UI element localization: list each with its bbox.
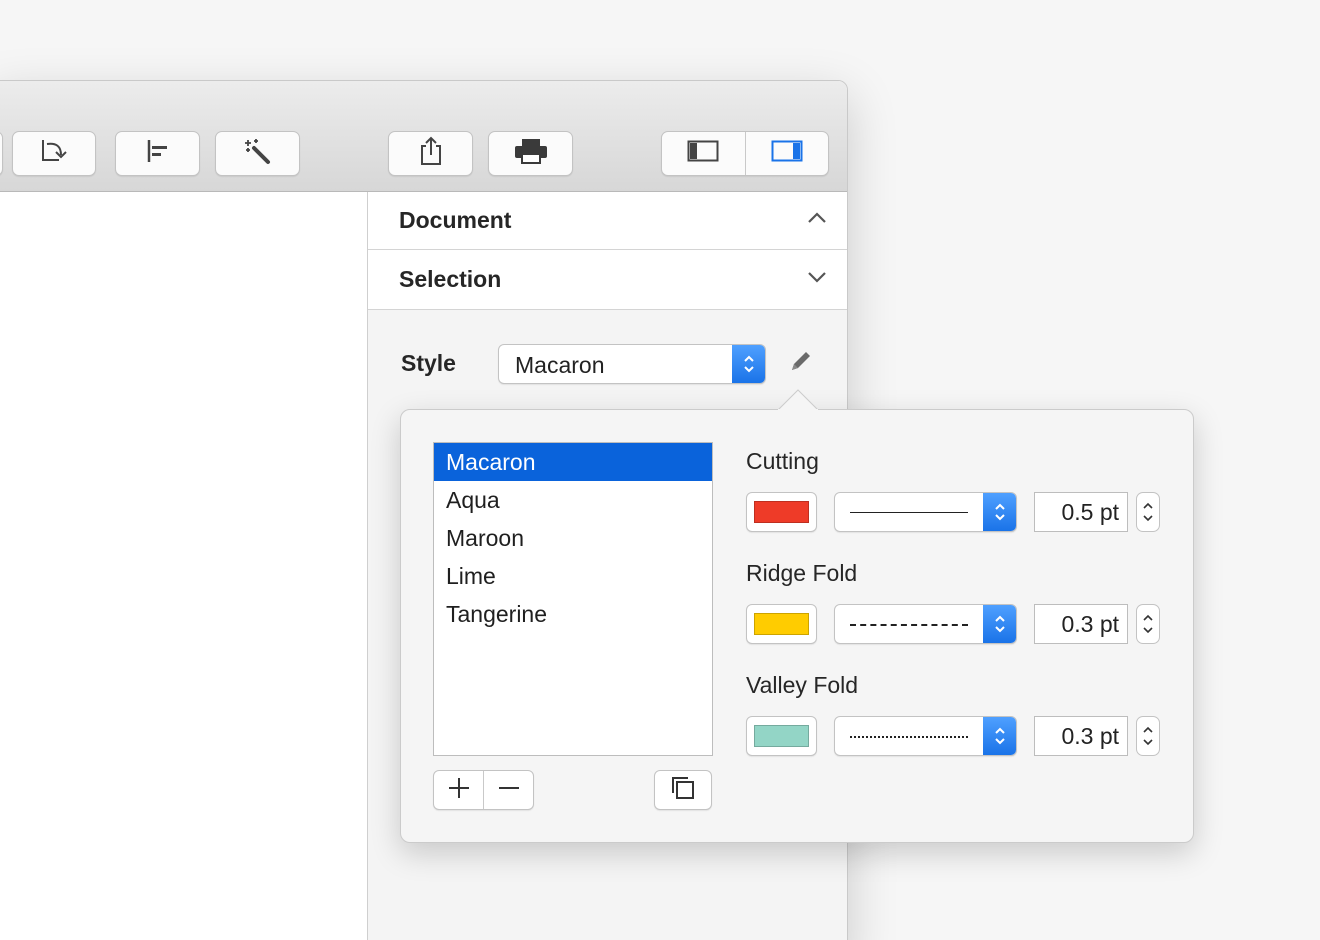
style-list[interactable]: Macaron Aqua Maroon Lime Tangerine <box>433 442 713 756</box>
align-left-icon <box>145 138 171 169</box>
style-select-value: Macaron <box>515 352 605 378</box>
add-remove-control <box>433 770 534 810</box>
sidebar-right-icon <box>771 140 803 167</box>
line-style-preview-dashed <box>850 624 968 626</box>
remove-style-button[interactable] <box>483 771 533 809</box>
list-item[interactable]: Tangerine <box>434 595 712 633</box>
view-toggle <box>661 131 829 176</box>
chevron-updown-icon <box>983 605 1016 643</box>
print-icon <box>513 137 549 170</box>
duplicate-icon <box>670 775 696 806</box>
chevron-updown-icon <box>983 717 1016 755</box>
remove-icon <box>497 776 521 805</box>
chevron-updown-icon <box>732 345 765 383</box>
line-style-preview-solid <box>850 512 968 513</box>
color-swatch <box>754 725 809 747</box>
color-swatch <box>754 501 809 523</box>
line-style-select[interactable] <box>834 492 1017 532</box>
color-well[interactable] <box>746 716 817 756</box>
rotate-button[interactable] <box>12 131 96 176</box>
add-style-button[interactable] <box>434 771 483 809</box>
line-row-cutting: Cutting 0.5 pt <box>746 448 1166 548</box>
pencil-icon[interactable] <box>787 347 815 380</box>
section-selection[interactable]: Selection <box>368 250 847 310</box>
document-canvas[interactable] <box>0 192 367 940</box>
list-item[interactable]: Macaron <box>434 443 712 481</box>
chevron-down-icon[interactable] <box>807 270 827 289</box>
line-label: Cutting <box>746 448 819 474</box>
popover-arrow <box>777 388 819 413</box>
line-weight-field[interactable]: 0.3 pt <box>1034 604 1128 644</box>
color-well[interactable] <box>746 604 817 644</box>
sidebar-left-icon <box>687 140 719 167</box>
print-button[interactable] <box>488 131 573 176</box>
line-row-ridge-fold: Ridge Fold 0.3 pt <box>746 560 1166 660</box>
section-title: Selection <box>399 266 502 292</box>
line-weight-field[interactable]: 0.3 pt <box>1034 716 1128 756</box>
line-style-select[interactable] <box>834 716 1017 756</box>
share-icon <box>418 136 444 171</box>
duplicate-style-button[interactable] <box>654 770 712 810</box>
add-icon <box>447 776 471 805</box>
chevron-updown-icon <box>983 493 1016 531</box>
weight-stepper[interactable] <box>1136 604 1160 644</box>
line-style-select[interactable] <box>834 604 1017 644</box>
sidebar-left-toggle[interactable] <box>662 132 745 175</box>
weight-stepper[interactable] <box>1136 716 1160 756</box>
section-document[interactable]: Document <box>368 192 847 250</box>
sidebar-right-toggle[interactable] <box>744 132 829 175</box>
chevron-up-icon[interactable] <box>807 211 827 230</box>
style-select[interactable]: Macaron <box>498 344 766 384</box>
color-well[interactable] <box>746 492 817 532</box>
line-style-preview-dotted <box>850 736 968 738</box>
list-item[interactable]: Aqua <box>434 481 712 519</box>
align-button[interactable] <box>115 131 200 176</box>
list-item[interactable]: Maroon <box>434 519 712 557</box>
list-item[interactable]: Lime <box>434 557 712 595</box>
section-title: Document <box>399 207 512 233</box>
magic-button[interactable] <box>215 131 300 176</box>
style-editor-popover: Macaron Aqua Maroon Lime Tangerine Cutti… <box>400 409 1194 843</box>
toolbar <box>0 81 847 192</box>
magic-wand-icon <box>243 137 273 170</box>
style-row: Style Macaron <box>368 342 847 564</box>
line-label: Valley Fold <box>746 672 859 698</box>
color-swatch <box>754 613 809 635</box>
share-button[interactable] <box>388 131 473 176</box>
toolbar-button-partial[interactable] <box>0 131 3 176</box>
weight-stepper[interactable] <box>1136 492 1160 532</box>
line-label: Ridge Fold <box>746 560 858 586</box>
line-row-valley-fold: Valley Fold 0.3 pt <box>746 672 1166 772</box>
rotate-icon <box>39 138 69 169</box>
style-label: Style <box>401 350 456 376</box>
line-weight-field[interactable]: 0.5 pt <box>1034 492 1128 532</box>
